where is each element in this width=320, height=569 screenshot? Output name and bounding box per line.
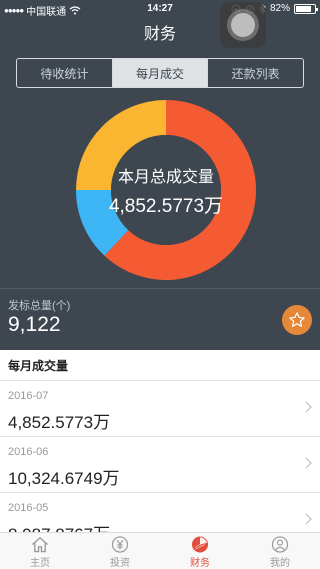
list-item[interactable]: 2016-07 4,852.5773万 [0,381,320,437]
tab-home[interactable]: 主页 [0,533,80,569]
pie-chart-icon [191,536,209,553]
bottom-tab-bar: 主页 投资 财务 我的 [0,532,320,569]
row-amount: 4,852.5773万 [8,413,111,432]
list-item[interactable]: 2016-06 10,324.6749万 [0,437,320,493]
tab-pending-stats[interactable]: 待收统计 [17,59,113,87]
summary-panel: 发标总量(个) 9,122 [0,288,320,350]
row-amount: 10,324.6749万 [8,469,120,488]
favorite-button[interactable] [282,305,312,335]
tab-finance[interactable]: 财务 [160,533,240,569]
assistive-touch-dot [231,13,255,37]
star-icon [289,312,305,327]
status-bar: ●●●●● 中国联通 14:27 82% [0,0,320,18]
donut-center-value: 4,852.5773万 [108,196,224,217]
assistive-touch-ring [227,9,259,41]
row-date: 2016-06 [8,446,49,458]
battery-level [296,5,311,12]
monthly-volume-list: 每月成交量 2016-07 4,852.5773万 2016-06 10,324… [0,350,320,532]
summary-label: 发标总量(个) [8,300,71,312]
chevron-right-icon [300,401,312,413]
row-date: 2016-05 [8,502,49,514]
yen-icon [111,536,129,553]
row-date: 2016-07 [8,390,49,402]
chevron-right-icon [300,457,312,469]
tab-invest-label: 投资 [110,558,130,569]
summary-value: 9,122 [8,313,61,336]
battery-percent: 82% [269,3,290,14]
tab-finance-label: 财务 [190,558,210,569]
tab-mine-label: 我的 [270,558,290,569]
tab-repayment-list[interactable]: 还款列表 [208,59,303,87]
list-header: 每月成交量 [0,350,320,381]
row-amount: 8,987.8767万 [8,520,110,532]
tab-home-label: 主页 [30,558,50,569]
home-icon [32,537,48,553]
list-item[interactable]: 2016-05 8,987.8767万 [0,493,320,532]
donut-center: 本月总成交量 4,852.5773万 [76,163,256,218]
tab-monthly-deals[interactable]: 每月成交 [112,59,209,87]
user-icon [271,536,289,553]
tab-invest[interactable]: 投资 [80,533,160,569]
assistive-touch-button[interactable] [220,2,266,48]
segmented-control: 待收统计 每月成交 还款列表 [16,58,304,88]
chevron-right-icon [300,513,312,525]
battery-icon [294,3,318,14]
tab-mine[interactable]: 我的 [240,533,320,569]
donut-center-label: 本月总成交量 [117,169,214,186]
page-title: 财务 [143,26,176,43]
